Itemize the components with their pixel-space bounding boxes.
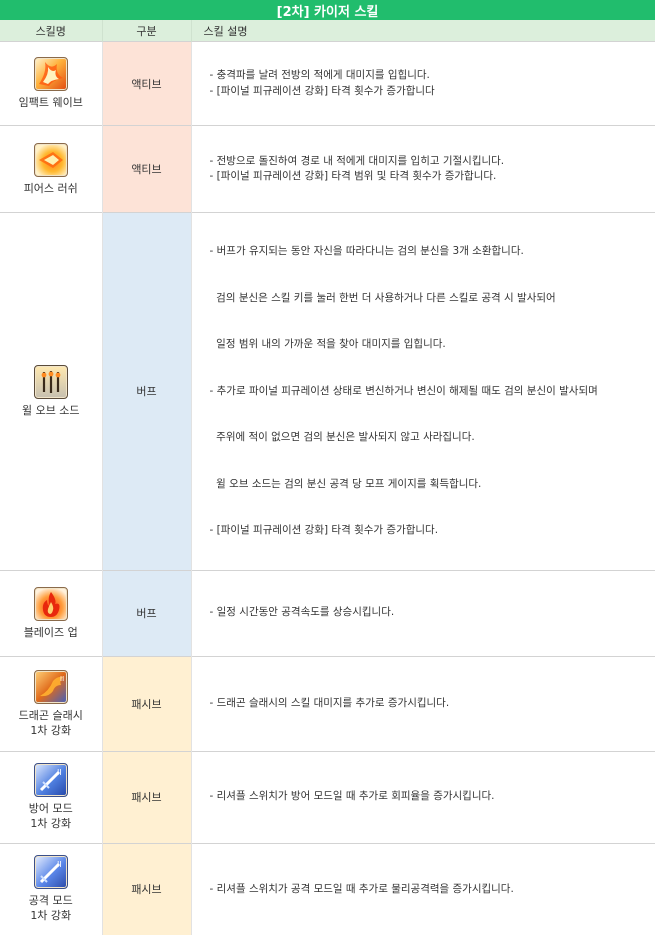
header-type: 구분 — [102, 20, 192, 42]
skill-name: 드래곤 슬래시 — [18, 708, 83, 722]
header-row: 스킬명 구분 스킬 설명 — [0, 20, 655, 42]
skill-cell: II 공격 모드 1차 강화 — [0, 842, 103, 935]
skill-name: 임팩트 웨이브 — [18, 96, 83, 109]
skill-description: - 리셔플 스위치가 공격 모드일 때 추가로 물리공격력을 증가시킵니다. — [191, 842, 655, 935]
header-description: 스킬 설명 — [191, 20, 655, 42]
skill-description: - 충격파를 날려 전방의 적에게 대미지를 입힙니다. - [파이널 피규레이… — [191, 41, 655, 126]
desc-line: 주위에 적이 없으면 검의 분신은 발사되지 않고 사라집니다. — [209, 431, 475, 443]
skill-name: 피어스 러쉬 — [23, 181, 78, 195]
desc-line: - [파이널 피규레이션 강화] 타격 범위 및 타격 횟수가 증가합니다. — [209, 170, 497, 182]
skill-cell: 윌 오브 소드 — [0, 212, 103, 570]
desc-line: - 전방으로 돌진하여 경로 내 적에게 대미지를 입히고 기절시킵니다. — [209, 154, 505, 167]
defense-mode-icon: II — [33, 763, 68, 797]
blaze-up-icon — [33, 586, 68, 621]
skill-type: 버프 — [102, 212, 192, 570]
table-title: [2차] 카이저 스킬 — [0, 0, 655, 20]
header-skill-name: 스킬명 — [0, 20, 103, 42]
desc-line: - [파이널 피규레이션 강화] 타격 횟수가 증가합니다 — [209, 84, 435, 97]
skill-cell: 임팩트 웨이브 — [0, 41, 103, 126]
skill-type: 버프 — [102, 569, 192, 656]
will-of-sword-icon — [33, 364, 68, 399]
table-row: 임팩트 웨이브 액티브 - 충격파를 날려 전방의 적에게 대미지를 입힙니다.… — [0, 41, 655, 126]
skill-enhance-label: 1차 강화 — [30, 817, 72, 830]
table-row: 피어스 러쉬 액티브 - 전방으로 돌진하여 경로 내 적에게 대미지를 입히고… — [0, 125, 655, 213]
desc-line: - 추가로 파이널 피규레이션 상태로 변신하거나 변신이 해제될 때도 검의 … — [209, 384, 598, 397]
skill-type: 패시브 — [102, 750, 192, 843]
desc-line: 윌 오브 소드는 검의 분신 공격 당 모프 게이지를 획득합니다. — [209, 477, 482, 490]
svg-text:II: II — [57, 860, 62, 869]
skill-type: 패시브 — [102, 842, 192, 935]
skill-cell: II 드래곤 슬래시 1차 강화 — [0, 655, 103, 751]
pierce-rush-icon — [33, 142, 68, 177]
table-row: II 공격 모드 1차 강화 패시브 - 리셔플 스위치가 공격 모드일 때 추… — [0, 842, 655, 935]
skill-description: - 리셔플 스위치가 방어 모드일 때 추가로 회피율을 증가시킵니다. — [191, 750, 655, 843]
skill-name: 블레이즈 업 — [23, 625, 78, 639]
desc-line: 일정 범위 내의 가까운 적을 찾아 대미지를 입힙니다. — [209, 338, 446, 350]
skill-enhance-label: 1차 강화 — [30, 723, 72, 737]
table-row: 블레이즈 업 버프 - 일정 시간동안 공격속도를 상승시킵니다. — [0, 569, 655, 656]
desc-line: - 일정 시간동안 공격속도를 상승시킵니다. — [209, 606, 395, 619]
skill-table-container: [2차] 카이저 스킬 스킬명 구분 스킬 설명 임팩트 웨이브 액티브 - 충… — [0, 0, 655, 935]
desc-line: - 리셔플 스위치가 방어 모드일 때 추가로 회피율을 증가시킵니다. — [209, 790, 495, 803]
desc-line: - 리셔플 스위치가 공격 모드일 때 추가로 물리공격력을 증가시킵니다. — [209, 882, 514, 895]
table-row: II 방어 모드 1차 강화 패시브 - 리셔플 스위치가 방어 모드일 때 추… — [0, 750, 655, 843]
skill-name: 방어 모드 — [28, 802, 73, 815]
skill-description: - 버프가 유지되는 동안 자신을 따라다니는 검의 분신을 3개 소환합니다.… — [191, 212, 655, 570]
svg-text:II: II — [57, 768, 62, 777]
table-row: 윌 오브 소드 버프 - 버프가 유지되는 동안 자신을 따라다니는 검의 분신… — [0, 212, 655, 570]
desc-line: - 충격파를 날려 전방의 적에게 대미지를 입힙니다. — [209, 69, 430, 81]
impact-wave-icon — [33, 57, 68, 91]
skill-name: 윌 오브 소드 — [21, 403, 80, 417]
desc-line: - [파이널 피규레이션 강화] 타격 횟수가 증가합니다. — [209, 524, 439, 536]
skill-description: - 드래곤 슬래시의 스킬 대미지를 추가로 증가시킵니다. — [191, 655, 655, 751]
skill-enhance-label: 1차 강화 — [30, 909, 72, 923]
skill-type: 액티브 — [102, 125, 192, 213]
skill-name: 공격 모드 — [28, 894, 73, 908]
skill-description: - 전방으로 돌진하여 경로 내 적에게 대미지를 입히고 기절시킵니다. - … — [191, 125, 655, 213]
skill-cell: 블레이즈 업 — [0, 569, 103, 656]
skill-cell: II 방어 모드 1차 강화 — [0, 750, 103, 843]
skill-type: 패시브 — [102, 655, 192, 751]
skill-table: 스킬명 구분 스킬 설명 임팩트 웨이브 액티브 - 충격파를 날려 전방의 적… — [0, 20, 655, 935]
desc-line: 검의 분신은 스킬 키를 눌러 한번 더 사용하거나 다른 스킬로 공격 시 발… — [209, 291, 556, 304]
skill-cell: 피어스 러쉬 — [0, 125, 103, 213]
skill-type: 액티브 — [102, 41, 192, 126]
svg-text:II: II — [60, 675, 64, 683]
table-row: II 드래곤 슬래시 1차 강화 패시브 - 드래곤 슬래시의 스킬 대미지를 … — [0, 655, 655, 751]
desc-line: - 버프가 유지되는 동안 자신을 따라다니는 검의 분신을 3개 소환합니다. — [209, 245, 524, 257]
skill-description: - 일정 시간동안 공격속도를 상승시킵니다. — [191, 569, 655, 656]
attack-mode-icon: II — [33, 855, 68, 890]
dragon-slash-icon: II — [33, 669, 68, 704]
